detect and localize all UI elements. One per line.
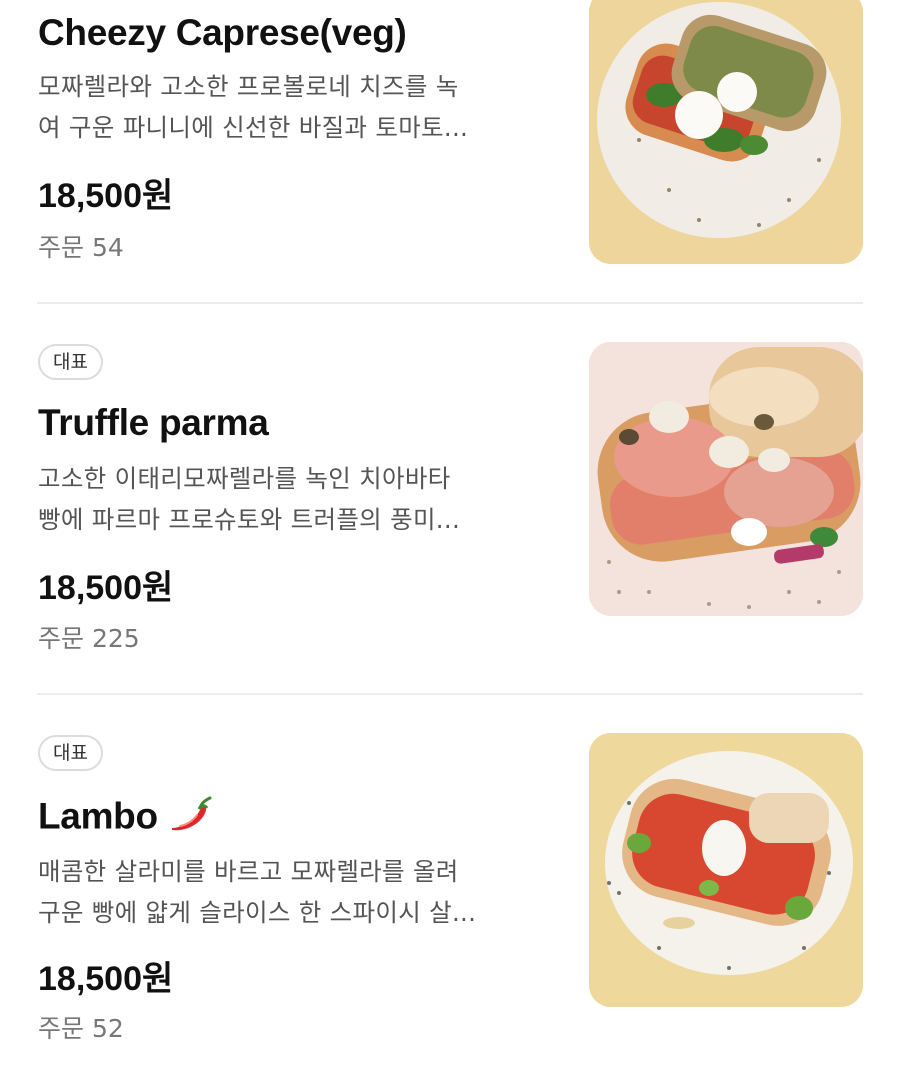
menu-item-title: Lambo: [38, 794, 214, 843]
signature-badge: 대표: [38, 735, 103, 771]
chili-pepper-icon: [166, 794, 214, 843]
menu-item-description: 매콤한 살라미를 바르고 모짜렐라를 올려 구운 빵에 얇게 슬라이스 한 스파…: [38, 851, 538, 933]
menu-item-description: 고소한 이태리모짜렐라를 녹인 치아바타 빵에 파르마 프로슈토와 트러플의 풍…: [38, 458, 538, 540]
menu-item-order-count: 주문 225: [38, 624, 140, 653]
menu-item-title-text: Lambo: [38, 795, 158, 837]
menu-item-title: Truffle parma: [38, 402, 269, 443]
description-line: 구운 빵에 얇게 슬라이스 한 스파이시 살...: [38, 898, 477, 927]
menu-item-photo[interactable]: [589, 733, 863, 1007]
description-line: 고소한 이태리모짜렐라를 녹인 치아바타: [38, 464, 451, 493]
description-line: 빵에 파르마 프로슈토와 트러플의 풍미...: [38, 505, 461, 534]
menu-item-order-count: 주문 52: [38, 1014, 124, 1043]
menu-item[interactable]: 대표 Lambo 매콤한 살라미를 바르고 모짜렐라를 올려 구운 빵에 얇게 …: [0, 0, 900, 1043]
menu-item-price: 18,500원: [38, 960, 174, 998]
lambo-sandwich-image: [589, 733, 863, 1007]
menu-item-price: 18,500원: [38, 569, 174, 607]
divider: [37, 693, 863, 695]
description-line: 매콤한 살라미를 바르고 모짜렐라를 올려: [38, 857, 459, 886]
